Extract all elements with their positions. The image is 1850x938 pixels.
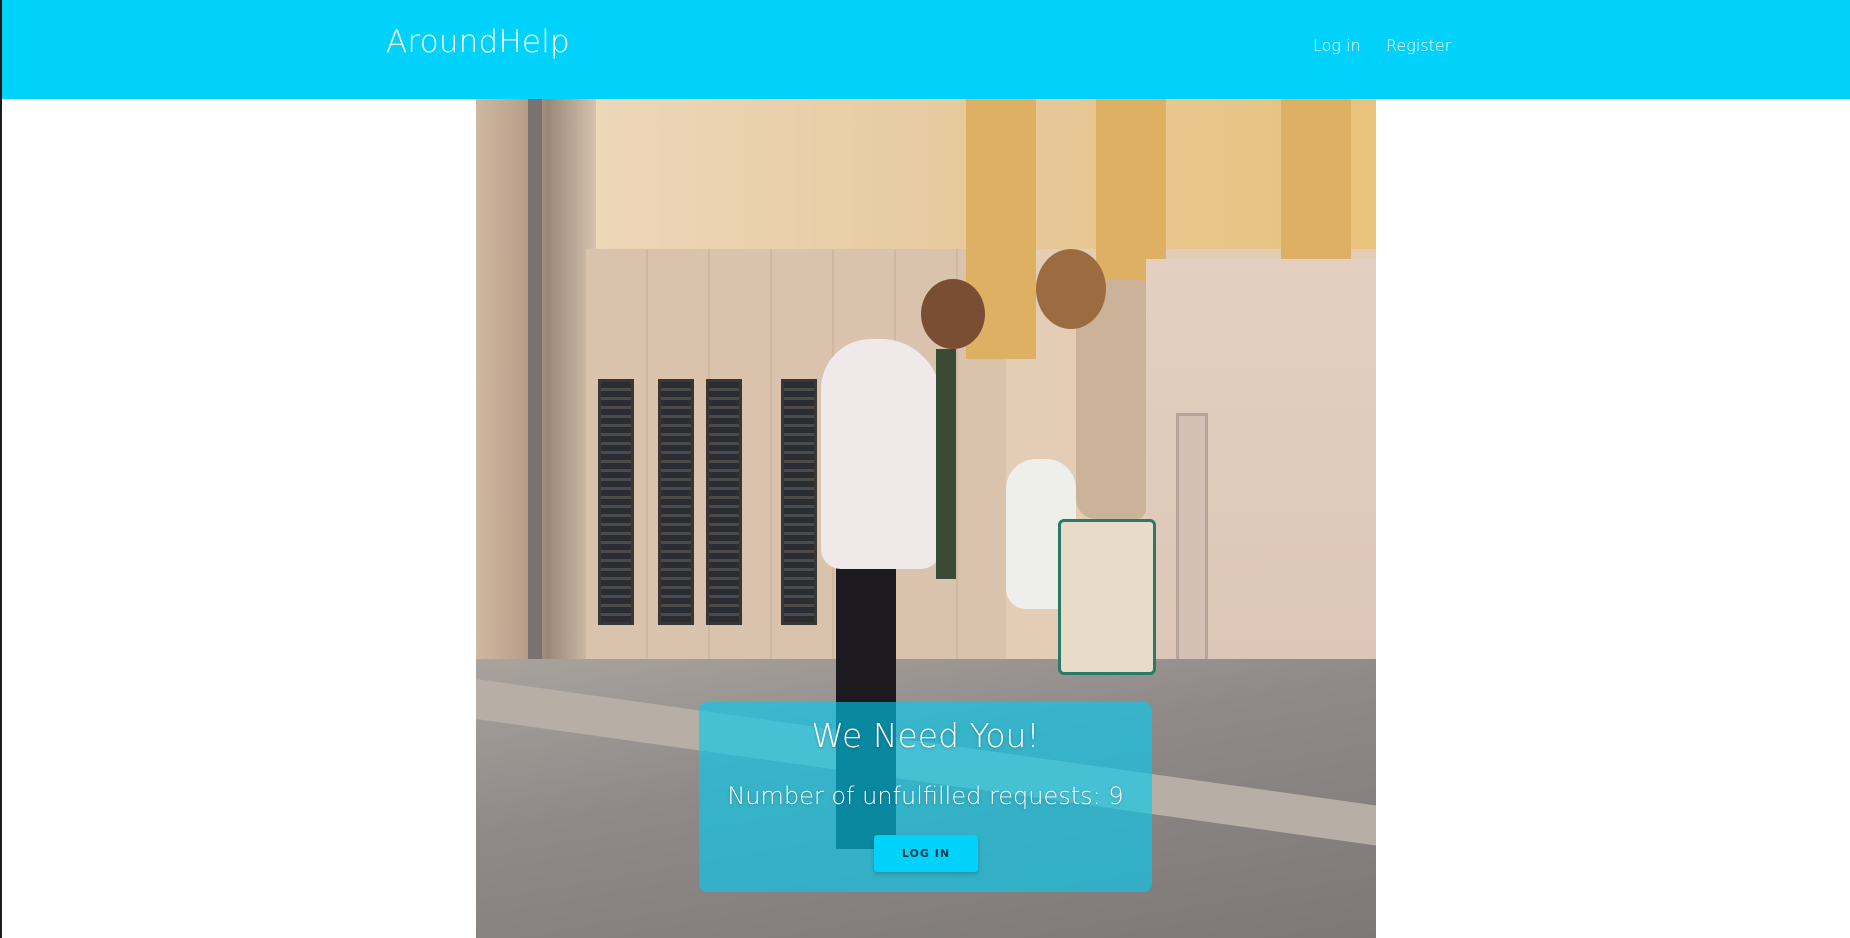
window-edge — [0, 0, 2, 938]
call-to-action-card: We Need You! Number of unfulfilled reque… — [699, 702, 1152, 892]
tote-bag — [1058, 519, 1156, 675]
barred-window — [598, 379, 634, 625]
brand-logo[interactable]: AroundHelp — [386, 24, 570, 60]
cta-title: We Need You! — [811, 716, 1040, 755]
cta-login-button[interactable]: LOG IN — [874, 835, 978, 872]
barred-window — [658, 379, 694, 625]
unfulfilled-requests-count: Number of unfulfilled requests: 9 — [727, 782, 1124, 810]
drain-pipe — [528, 99, 542, 739]
person-recipient-head — [1036, 249, 1106, 329]
person-helper — [821, 339, 941, 569]
scarf — [936, 349, 956, 579]
barred-window — [781, 379, 817, 625]
utility-door — [1176, 413, 1208, 679]
person-helper-head — [921, 279, 985, 349]
nav-login-link[interactable]: Log in — [1313, 36, 1361, 55]
barred-window — [706, 379, 742, 625]
navbar: AroundHelp Log in Register — [2, 0, 1850, 99]
nav-register-link[interactable]: Register — [1386, 36, 1451, 55]
